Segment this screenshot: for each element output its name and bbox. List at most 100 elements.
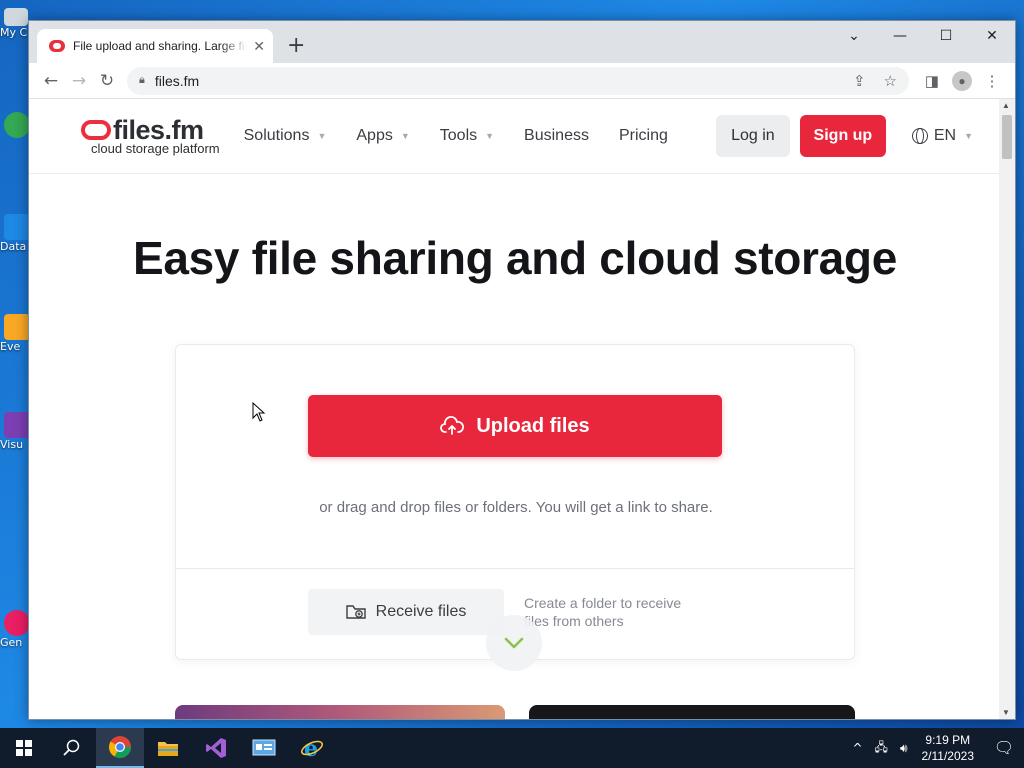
taskbar: e ^ 🖧︎ 🔊︎ 9:19 PM 2/11/2023 🗨︎: [0, 728, 1024, 768]
language-label: EN: [933, 127, 957, 144]
taskbar-visual-studio[interactable]: [192, 728, 240, 768]
network-icon[interactable]: 🖧︎: [875, 738, 888, 759]
desktop-icon-data[interactable]: Data: [0, 214, 30, 253]
search-icon: [63, 739, 80, 756]
event-viewer-icon: [4, 314, 30, 340]
tab-files-fm[interactable]: File upload and sharing. Large files ✕: [37, 29, 273, 63]
files-fm-logo[interactable]: files.fm cloud storage platform: [81, 117, 220, 155]
scroll-down-arrow-icon[interactable]: ▼: [1002, 708, 1010, 717]
maximize-button[interactable]: ☐: [923, 21, 969, 51]
minimize-button[interactable]: —: [877, 21, 923, 51]
desktop-icon-label: Eve: [0, 340, 21, 353]
taskbar-chrome[interactable]: [96, 728, 144, 768]
start-button[interactable]: [0, 728, 48, 768]
share-icon[interactable]: ⇪: [853, 72, 866, 90]
folder-icon: [158, 742, 178, 756]
desktop-icon-gen[interactable]: Gen: [0, 610, 30, 649]
close-window-button[interactable]: ✕: [969, 21, 1015, 51]
desktop-icon-label: Visu: [0, 438, 24, 451]
upload-files-button[interactable]: Upload files: [308, 395, 722, 457]
cloud-logo-icon: [81, 120, 111, 140]
system-tray: ^ 🖧︎ 🔊︎ 9:19 PM 2/11/2023 🗨︎: [846, 728, 1024, 768]
control-panel-icon: [252, 739, 276, 756]
new-tab-button[interactable]: +: [287, 33, 305, 58]
chevron-down-icon: [504, 637, 524, 649]
back-button[interactable]: ←: [37, 67, 65, 95]
nav-label: Pricing: [618, 127, 668, 144]
nav-label: Tools: [439, 127, 478, 144]
notifications-icon[interactable]: 🗨︎: [984, 738, 1024, 758]
forward-button[interactable]: →: [65, 67, 93, 95]
tab-search-button[interactable]: ⌄: [831, 21, 877, 51]
side-panel-icon[interactable]: ◨: [917, 67, 947, 95]
log-in-button[interactable]: Log in: [715, 115, 790, 157]
browser-window: File upload and sharing. Large files ✕ +…: [28, 20, 1016, 720]
receive-files-button[interactable]: Receive files: [308, 589, 504, 635]
upload-card: Upload files or drag and drop files or f…: [175, 344, 855, 671]
logo-tagline: cloud storage platform: [91, 141, 220, 156]
clock-time: 9:19 PM: [925, 733, 971, 747]
nav-item-tools[interactable]: Tools ▼: [440, 127, 494, 145]
visual-studio-icon: [206, 738, 226, 758]
divider: [176, 568, 854, 569]
taskbar-file-explorer[interactable]: [144, 728, 192, 768]
desktop-icon-my-computer[interactable]: My C: [0, 8, 30, 39]
files-fm-favicon-icon: [49, 40, 65, 52]
url-text: files.fm: [154, 72, 200, 89]
taskbar-internet-explorer[interactable]: e: [288, 728, 336, 768]
chrome-icon: [109, 736, 131, 758]
profile-button[interactable]: ●: [947, 67, 977, 95]
internet-explorer-icon: e: [301, 736, 323, 760]
desktop-icon-events[interactable]: Eve: [0, 314, 30, 353]
nav-item-business[interactable]: Business: [524, 127, 589, 145]
chevron-down-icon: ▼: [400, 131, 410, 141]
receive-button-label: Receive files: [375, 603, 467, 620]
mouse-cursor-icon: [252, 402, 266, 422]
drag-drop-hint: or drag and drop files or folders. You w…: [319, 499, 713, 516]
promo-card-left[interactable]: [175, 705, 505, 719]
app-shortcut-icon: [4, 610, 30, 636]
show-hidden-icons-chevron-icon[interactable]: ^: [852, 741, 862, 755]
sign-up-button[interactable]: Sign up: [799, 115, 886, 157]
nav-label: Business: [524, 127, 589, 144]
browser-menu-icon[interactable]: ⋮: [977, 67, 1007, 95]
reload-button[interactable]: ↻: [93, 67, 121, 95]
volume-icon[interactable]: 🔊︎: [900, 741, 908, 756]
lock-icon[interactable]: 🔒︎: [139, 74, 145, 87]
tab-title: File upload and sharing. Large files: [73, 39, 248, 53]
visual-studio-shortcut-icon: [4, 412, 30, 438]
chrome-shortcut-icon: [4, 112, 30, 138]
main-nav: Solutions ▼ Apps ▼ Tools ▼ Business Pric…: [244, 127, 698, 145]
address-bar[interactable]: 🔒︎ files.fm ⇪ ☆: [127, 66, 909, 95]
receive-description: Create a folder to receive files from ot…: [524, 595, 682, 629]
promo-card-right[interactable]: [529, 705, 855, 719]
desktop-icon-visual-studio[interactable]: Visu: [0, 412, 30, 451]
cloud-upload-icon: [440, 416, 465, 435]
nav-label: Apps: [356, 127, 393, 144]
chevron-down-icon: ▼: [964, 131, 974, 141]
desktop-icon-label: Gen: [0, 636, 23, 649]
tab-close-icon[interactable]: ✕: [253, 38, 265, 55]
scroll-up-arrow-icon[interactable]: ▲: [1002, 101, 1010, 110]
clock[interactable]: 9:19 PM 2/11/2023: [922, 732, 975, 764]
page-scrollbar[interactable]: ▲ ▼: [999, 99, 1015, 719]
window-controls: ⌄ — ☐ ✕: [831, 21, 1015, 51]
search-button[interactable]: [48, 728, 96, 768]
taskbar-control-panel[interactable]: [240, 728, 288, 768]
profile-avatar-icon: ●: [952, 70, 972, 91]
svg-text:e: e: [304, 736, 318, 760]
upload-button-label: Upload files: [476, 414, 590, 437]
database-shortcut-icon: [4, 214, 30, 240]
windows-logo-icon: [16, 740, 32, 756]
desktop-icon-chrome[interactable]: [0, 112, 30, 138]
nav-item-apps[interactable]: Apps ▼: [356, 127, 409, 145]
nav-item-pricing[interactable]: Pricing: [619, 127, 668, 145]
language-selector[interactable]: EN ▼: [911, 127, 974, 145]
desktop-icon-label: My C: [0, 26, 28, 39]
nav-item-solutions[interactable]: Solutions ▼: [244, 127, 327, 145]
bookmark-star-icon[interactable]: ☆: [884, 72, 897, 90]
browser-toolbar: ← → ↻ 🔒︎ files.fm ⇪ ☆ ◨ ● ⋮: [29, 63, 1015, 99]
scrollbar-thumb[interactable]: [1002, 115, 1012, 159]
scroll-down-button[interactable]: [486, 615, 542, 671]
tab-strip: File upload and sharing. Large files ✕ +…: [29, 21, 1015, 63]
